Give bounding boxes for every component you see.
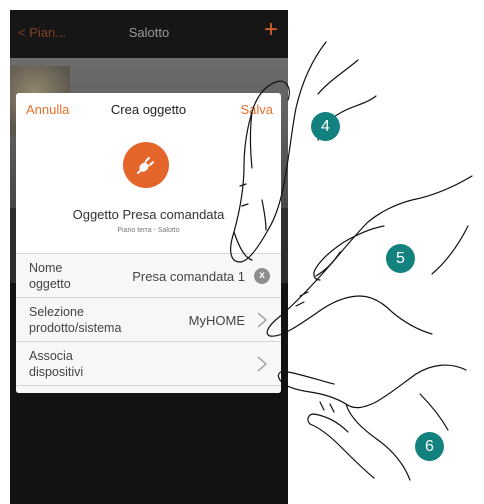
step-badge: 5 [386, 244, 415, 273]
save-button[interactable]: Salva [240, 102, 273, 117]
row-label: Nome oggetto [29, 260, 71, 292]
object-name-input[interactable]: Presa comandata 1 [132, 269, 245, 284]
row-label-line2: oggetto [29, 277, 71, 291]
object-location: Piano terra - Salotto [117, 227, 180, 234]
chevron-right-icon[interactable] [257, 356, 267, 372]
product-system-value: MyHOME [188, 313, 245, 328]
row-label: Associa dispositivi [29, 348, 83, 380]
row-label-line2: dispositivi [29, 365, 84, 379]
plus-icon[interactable]: + [264, 18, 278, 42]
step-badge: 4 [311, 112, 340, 141]
row-label-line1: Nome [29, 261, 63, 275]
chevron-right-icon[interactable] [257, 312, 267, 328]
clear-icon[interactable]: x [254, 268, 270, 284]
plug-icon [123, 142, 169, 188]
step-badge: 6 [415, 432, 444, 461]
screen-title: Salotto [128, 25, 170, 40]
dialog-header: Annulla Crea oggetto Salva [16, 93, 281, 126]
create-object-dialog: Annulla Crea oggetto Salva Oggetto Presa… [16, 93, 281, 393]
object-name: Oggetto Presa comandata [72, 207, 225, 222]
top-navbar: < Pian... Salotto + [10, 10, 288, 58]
settings-list: Nome oggetto Presa comandata 1 x Selezio… [16, 253, 281, 393]
row-label: Selezione prodotto/sistema [29, 304, 121, 336]
row-label-line1: Selezione [29, 305, 84, 319]
row-label-line1: Associa [29, 349, 73, 363]
row-associate-devices[interactable]: Associa dispositivi [16, 342, 281, 386]
row-object-name[interactable]: Nome oggetto Presa comandata 1 x [16, 254, 281, 298]
row-product-system[interactable]: Selezione prodotto/sistema MyHOME [16, 298, 281, 342]
row-label-line2: prodotto/sistema [29, 321, 122, 335]
